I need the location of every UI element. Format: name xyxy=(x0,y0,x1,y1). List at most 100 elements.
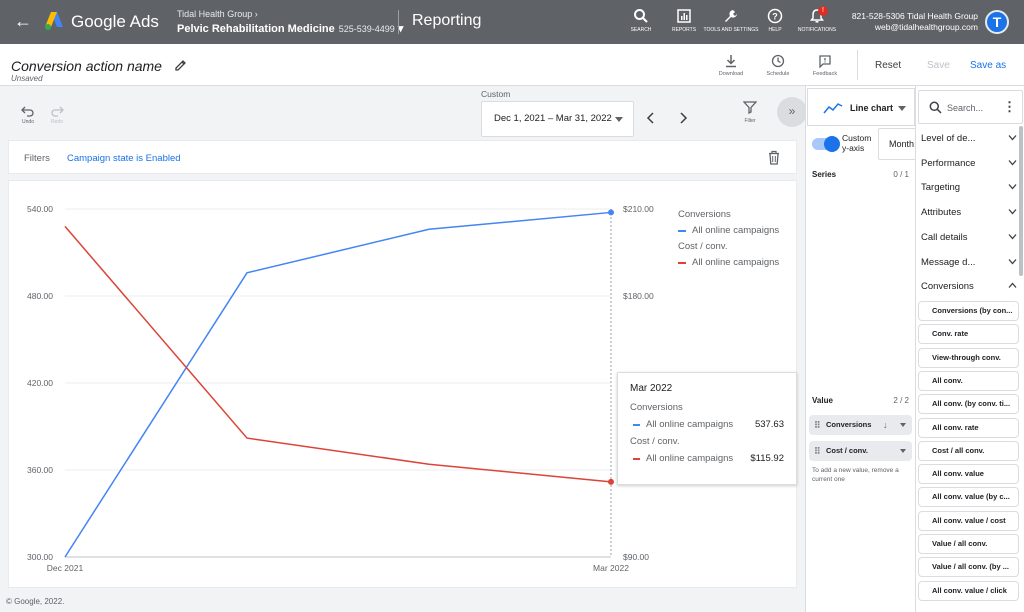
chevron-left-icon[interactable] xyxy=(644,110,658,126)
category-1[interactable]: Performance xyxy=(916,153,1024,175)
notification-badge: ! xyxy=(818,6,828,16)
search-icon xyxy=(929,101,942,114)
metric-item[interactable]: Conv. rate xyxy=(918,324,1019,345)
filter-chip[interactable]: Campaign state is Enabled xyxy=(67,153,181,164)
metric-item[interactable]: View-through conv. xyxy=(918,347,1019,368)
save-as-button[interactable]: Save as xyxy=(970,60,1006,71)
right-axis-tick-label: $210.00 xyxy=(623,204,654,214)
category-0[interactable]: Level of de... xyxy=(916,128,1024,150)
metric-item[interactable]: All conv. xyxy=(918,370,1019,391)
chart-config-panel: Line chart Custom y-axis Month Series 0 /… xyxy=(805,86,922,612)
caret-down-icon xyxy=(898,106,906,115)
nav-notifications-button[interactable]: ! NOTIFICATIONS xyxy=(787,6,847,42)
series-count: 0 / 1 xyxy=(893,170,909,179)
category-3[interactable]: Attributes xyxy=(916,202,1024,224)
custom-y-axis-toggle[interactable] xyxy=(812,136,840,152)
category-2[interactable]: Targeting xyxy=(916,177,1024,199)
expand-panel-button[interactable]: » xyxy=(777,97,807,127)
more-vert-icon[interactable]: ⋮ xyxy=(1003,99,1016,115)
series-label: Series xyxy=(812,170,837,179)
legend-series-name: All online campaigns xyxy=(692,257,780,268)
toggle-knob xyxy=(824,136,840,152)
x-axis-tick-label: Mar 2022 xyxy=(593,563,629,573)
custom-y-axis-label: Custom y-axis xyxy=(842,133,871,153)
metric-item[interactable]: All conv. (by conv. ti... xyxy=(918,394,1019,415)
schedule-button[interactable]: Schedule xyxy=(758,54,798,77)
chart-type-value: Line chart xyxy=(850,103,894,113)
metric-item[interactable]: All conv. value / cost xyxy=(918,510,1019,531)
divider xyxy=(398,10,399,34)
left-axis-tick-label: 360.00 xyxy=(27,465,53,475)
metric-item[interactable]: All conv. rate xyxy=(918,417,1019,438)
search-box[interactable]: Search... ⋮ xyxy=(918,90,1023,124)
legend-item-conversions[interactable]: All online campaigns xyxy=(678,223,779,239)
redo-button[interactable]: Redo xyxy=(45,104,69,125)
google-ads-logo[interactable] xyxy=(42,9,66,33)
top-bar: ← Google Ads Tidal Health Group › Pelvic… xyxy=(0,0,1024,44)
value-count: 2 / 2 xyxy=(893,396,909,405)
nav-notifications-label: NOTIFICATIONS xyxy=(797,27,837,33)
undo-button[interactable]: Undo xyxy=(16,104,40,125)
feedback-button[interactable]: Feedback xyxy=(805,54,845,77)
back-arrow-icon[interactable]: ← xyxy=(14,11,32,32)
metric-item[interactable]: Value / all conv. xyxy=(918,534,1019,554)
tooltip-series: All online campaigns xyxy=(646,419,734,430)
reset-button[interactable]: Reset xyxy=(875,60,901,71)
drag-handle-icon[interactable]: ⠿ xyxy=(814,415,821,435)
search-input[interactable]: Search... xyxy=(947,103,983,113)
value-chip-conversions[interactable]: ⠿ Conversions ↓ xyxy=(809,415,912,435)
help-icon: ? xyxy=(767,8,783,24)
reports-icon xyxy=(677,9,691,23)
category-label: Level of de... xyxy=(921,133,976,144)
save-button[interactable]: Save xyxy=(927,60,950,71)
redo-label: Redo xyxy=(51,119,63,125)
divider xyxy=(857,50,858,80)
report-title-bar: Conversion action name Unsaved Download … xyxy=(0,44,1024,86)
avatar[interactable]: T xyxy=(985,10,1009,34)
schedule-label: Schedule xyxy=(766,71,790,77)
category-6[interactable]: Conversions xyxy=(916,276,1024,298)
category-label: Conversions xyxy=(921,281,974,293)
metric-item[interactable]: Cost / all conv. xyxy=(918,440,1019,461)
legend-group-conversions: Conversions xyxy=(678,209,731,220)
tooltip-row: All online campaigns $115.92 xyxy=(630,450,784,468)
metric-item[interactable]: Value / all conv. (by ... xyxy=(918,557,1019,578)
legend-item-cost-per-conv[interactable]: All online campaigns xyxy=(678,255,779,271)
chevron-right-icon[interactable] xyxy=(676,110,690,126)
value-chip-cost-per-conv[interactable]: ⠿ Cost / conv. xyxy=(809,441,912,461)
series-line-1 xyxy=(64,225,612,483)
date-range-select[interactable]: Dec 1, 2021 – Mar 31, 2022 xyxy=(481,101,634,137)
category-4[interactable]: Call details xyxy=(916,227,1024,249)
caret-down-icon[interactable] xyxy=(900,449,906,456)
legend-swatch xyxy=(678,262,686,264)
scrollbar[interactable] xyxy=(1019,126,1023,276)
tooltip-group-name: Cost / conv. xyxy=(630,436,680,447)
metric-item[interactable]: All conv. value xyxy=(918,464,1019,485)
redo-icon xyxy=(51,106,64,117)
metric-item[interactable]: All conv. value (by c... xyxy=(918,487,1019,508)
category-label: Attributes xyxy=(921,207,962,219)
chart-type-select[interactable]: Line chart xyxy=(807,88,915,126)
right-axis-tick-label: $90.00 xyxy=(623,552,649,562)
report-status: Unsaved xyxy=(11,74,43,83)
search-icon xyxy=(634,9,648,23)
tooltip-series: All online campaigns xyxy=(646,453,734,464)
filter-button[interactable]: Filter xyxy=(736,100,764,124)
category-5[interactable]: Message d... xyxy=(916,252,1024,274)
pencil-icon[interactable] xyxy=(174,58,188,72)
caret-down-icon[interactable] xyxy=(900,423,906,430)
tooltip-swatch xyxy=(633,424,640,426)
feedback-label: Feedback xyxy=(812,71,838,77)
trash-icon[interactable] xyxy=(767,150,781,165)
filter-icon xyxy=(743,101,757,114)
tooltip-row: All online campaigns 537.63 xyxy=(630,416,784,434)
category-label: Targeting xyxy=(921,182,961,194)
account-selector[interactable]: Pelvic Rehabilitation Medicine 525-539-44… xyxy=(177,22,403,35)
drag-handle-icon[interactable]: ⠿ xyxy=(814,441,821,461)
account-group[interactable]: Tidal Health Group › xyxy=(177,9,258,19)
metric-item[interactable]: Conversions (by con... xyxy=(918,301,1019,321)
report-name[interactable]: Conversion action name xyxy=(11,58,162,74)
metric-item[interactable]: All conv. value / click xyxy=(918,580,1019,601)
download-button[interactable]: Download xyxy=(711,54,751,77)
sort-down-icon[interactable]: ↓ xyxy=(883,415,888,435)
